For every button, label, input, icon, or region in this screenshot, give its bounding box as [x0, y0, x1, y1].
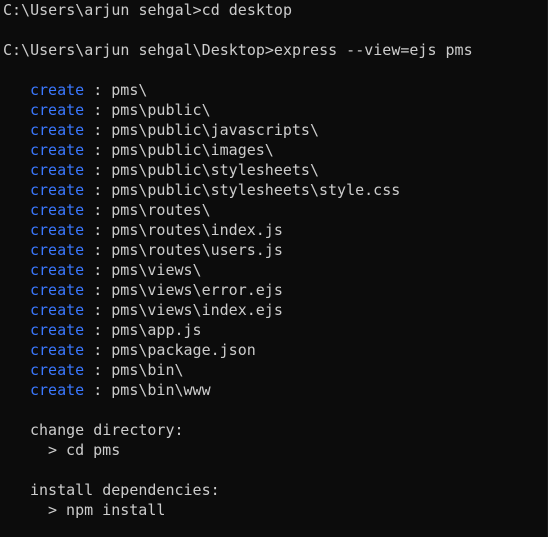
- create-keyword: create: [30, 321, 85, 339]
- created-path: pms\package.json: [111, 341, 256, 359]
- create-line: create : pms\routes\index.js: [30, 221, 283, 239]
- prompt-line-cd: C:\Users\arjun sehgal>cd desktop: [3, 1, 292, 19]
- create-line: create : pms\routes\users.js: [30, 241, 283, 259]
- created-path: pms\public\stylesheets\: [111, 161, 319, 179]
- created-path: pms\bin\www: [111, 381, 211, 399]
- create-keyword: create: [30, 261, 85, 279]
- create-keyword: create: [30, 281, 85, 299]
- install-dependencies-command: > npm install: [48, 501, 166, 519]
- created-path: pms\public\images\: [111, 141, 274, 159]
- create-line: create : pms\public\stylesheets\style.cs…: [30, 181, 401, 199]
- created-path: pms\app.js: [111, 321, 202, 339]
- create-keyword: create: [30, 201, 85, 219]
- create-output-list: create : pms\ create : pms\public\ creat…: [3, 80, 548, 400]
- change-directory-command: > cd pms: [48, 441, 121, 459]
- create-keyword: create: [30, 301, 85, 319]
- create-line: create : pms\views\error.ejs: [30, 281, 283, 299]
- install-dependencies-heading: install dependencies:: [30, 481, 220, 499]
- create-line: create : pms\public\images\: [30, 141, 274, 159]
- prompt-line-express: C:\Users\arjun sehgal\Desktop>express --…: [3, 41, 473, 59]
- create-line: create : pms\routes\: [30, 201, 211, 219]
- create-line: create : pms\public\stylesheets\: [30, 161, 319, 179]
- create-line: create : pms\public\: [30, 101, 211, 119]
- created-path: pms\public\javascripts\: [111, 121, 319, 139]
- create-line: create : pms\bin\www: [30, 381, 211, 399]
- create-keyword: create: [30, 101, 85, 119]
- create-keyword: create: [30, 381, 85, 399]
- terminal-window[interactable]: C:\Users\arjun sehgal>cd desktop C:\User…: [0, 0, 548, 537]
- created-path: pms\views\: [111, 261, 202, 279]
- terminal-output: C:\Users\arjun sehgal>cd desktop C:\User…: [3, 0, 548, 520]
- create-line: create : pms\app.js: [30, 321, 202, 339]
- created-path: pms\views\error.ejs: [111, 281, 283, 299]
- create-line: create : pms\: [30, 81, 148, 99]
- create-line: create : pms\public\javascripts\: [30, 121, 319, 139]
- create-keyword: create: [30, 361, 85, 379]
- created-path: pms\: [111, 81, 148, 99]
- created-path: pms\routes\: [111, 201, 211, 219]
- create-line: create : pms\views\index.ejs: [30, 301, 283, 319]
- create-keyword: create: [30, 221, 85, 239]
- create-line: create : pms\bin\: [30, 361, 184, 379]
- created-path: pms\public\stylesheets\style.css: [111, 181, 401, 199]
- create-keyword: create: [30, 141, 85, 159]
- create-keyword: create: [30, 181, 85, 199]
- change-directory-heading: change directory:: [30, 421, 184, 439]
- created-path: pms\routes\index.js: [111, 221, 283, 239]
- create-line: create : pms\views\: [30, 261, 202, 279]
- create-line: create : pms\package.json: [30, 341, 256, 359]
- create-keyword: create: [30, 121, 85, 139]
- create-keyword: create: [30, 161, 85, 179]
- created-path: pms\bin\: [111, 361, 184, 379]
- created-path: pms\routes\users.js: [111, 241, 283, 259]
- create-keyword: create: [30, 81, 85, 99]
- create-keyword: create: [30, 341, 85, 359]
- created-path: pms\views\index.ejs: [111, 301, 283, 319]
- create-keyword: create: [30, 241, 85, 259]
- created-path: pms\public\: [111, 101, 211, 119]
